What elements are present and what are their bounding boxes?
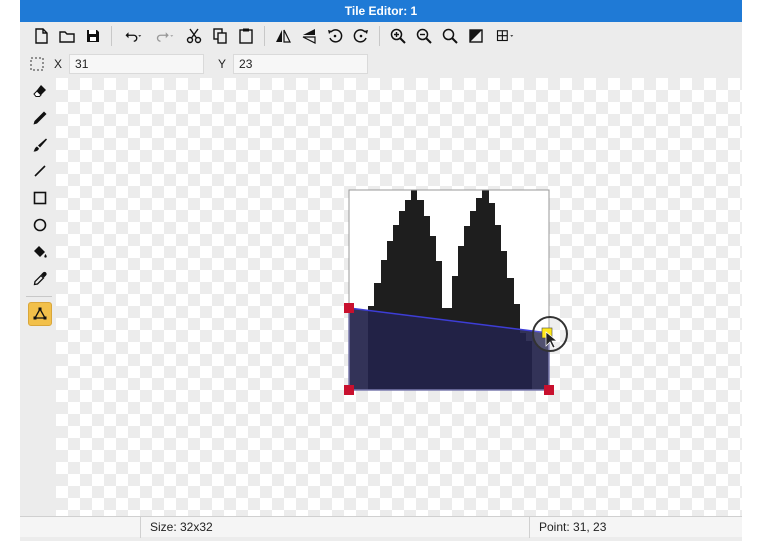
eraser-icon: [33, 85, 46, 97]
zoom-out-button[interactable]: [411, 23, 437, 49]
line-tool[interactable]: [28, 159, 52, 183]
y-label: Y: [218, 57, 227, 71]
status-size: Size: 32x32: [150, 520, 213, 534]
rectangle-icon: [33, 191, 47, 205]
drawing-canvas[interactable]: [56, 78, 742, 516]
status-point: Point: 31, 23: [539, 520, 607, 534]
new-file-button[interactable]: [28, 23, 54, 49]
rotate-left-icon: [328, 29, 343, 43]
cut-button[interactable]: [181, 23, 207, 49]
rotate-left-button[interactable]: [322, 23, 348, 49]
eyedropper-tool[interactable]: [28, 267, 52, 291]
rectangle-tool[interactable]: [28, 186, 52, 210]
save-button[interactable]: [80, 23, 106, 49]
undo-button[interactable]: [117, 23, 149, 49]
window-title: Tile Editor: 1: [344, 4, 418, 18]
open-button[interactable]: [54, 23, 80, 49]
transparency-button[interactable]: [463, 23, 489, 49]
brush-tool[interactable]: [28, 133, 52, 157]
status-divider: [529, 517, 530, 538]
new-file-icon: [35, 28, 48, 44]
eraser-tool[interactable]: [28, 79, 52, 103]
copy-icon: [213, 28, 227, 44]
paste-icon: [239, 28, 253, 44]
status-divider: [140, 517, 141, 538]
zoom-fit-button[interactable]: [437, 23, 463, 49]
pencil-icon: [33, 111, 47, 125]
line-icon: [34, 165, 46, 177]
polygon-handle[interactable]: [344, 385, 354, 395]
ellipse-icon: [33, 218, 47, 232]
grid-button[interactable]: [489, 23, 521, 49]
flip-vertical-icon: [302, 29, 316, 44]
zoom-out-icon: [416, 28, 432, 44]
palette-separator: [26, 296, 52, 297]
flip-horizontal-button[interactable]: [270, 23, 296, 49]
fill-bucket-icon: [34, 246, 47, 258]
cut-icon: [186, 28, 202, 44]
redo-icon: [156, 32, 174, 42]
flip-horizontal-icon: [276, 29, 291, 43]
toolbar-separator: [264, 26, 265, 46]
zoom-fit-icon: [442, 28, 458, 44]
paste-button[interactable]: [233, 23, 259, 49]
y-coordinate-field[interactable]: [233, 54, 369, 74]
x-label: X: [54, 57, 63, 71]
rotate-right-icon: [353, 29, 368, 43]
toolbar-separator: [111, 26, 112, 46]
tool-palette: [20, 78, 56, 516]
undo-icon: [125, 32, 142, 42]
coordinate-bar: X Y: [20, 50, 742, 78]
eyedropper-icon: [33, 271, 47, 286]
x-coordinate-field[interactable]: [69, 54, 205, 74]
fill-tool[interactable]: [28, 240, 52, 264]
polygon-tool[interactable]: [28, 302, 52, 326]
grid-icon: [496, 30, 514, 42]
copy-button[interactable]: [207, 23, 233, 49]
zoom-in-button[interactable]: [385, 23, 411, 49]
polygon-handle[interactable]: [544, 385, 554, 395]
save-icon: [87, 30, 99, 42]
ellipse-tool[interactable]: [28, 213, 52, 237]
selection-marquee-icon: [30, 57, 44, 71]
title-bar: Tile Editor: 1: [20, 0, 742, 22]
brush-icon: [33, 138, 47, 152]
redo-button[interactable]: [149, 23, 181, 49]
tile-editor-window: Tile Editor: 1 X 31 Y 23 Size: 32x32 Poi…: [20, 0, 742, 541]
toolbar-separator: [379, 26, 380, 46]
polygon-handle[interactable]: [344, 303, 354, 313]
flip-vertical-button[interactable]: [296, 23, 322, 49]
polygon-icon: [33, 307, 47, 320]
pencil-tool[interactable]: [28, 106, 52, 130]
status-bar: Size: 32x32 Point: 31, 23: [20, 516, 742, 538]
rotate-right-button[interactable]: [348, 23, 374, 49]
toolbar: [20, 22, 742, 50]
open-folder-icon: [59, 31, 75, 43]
tile-drawing[interactable]: [56, 78, 742, 516]
transparency-icon: [469, 29, 483, 43]
zoom-in-icon: [390, 28, 406, 44]
